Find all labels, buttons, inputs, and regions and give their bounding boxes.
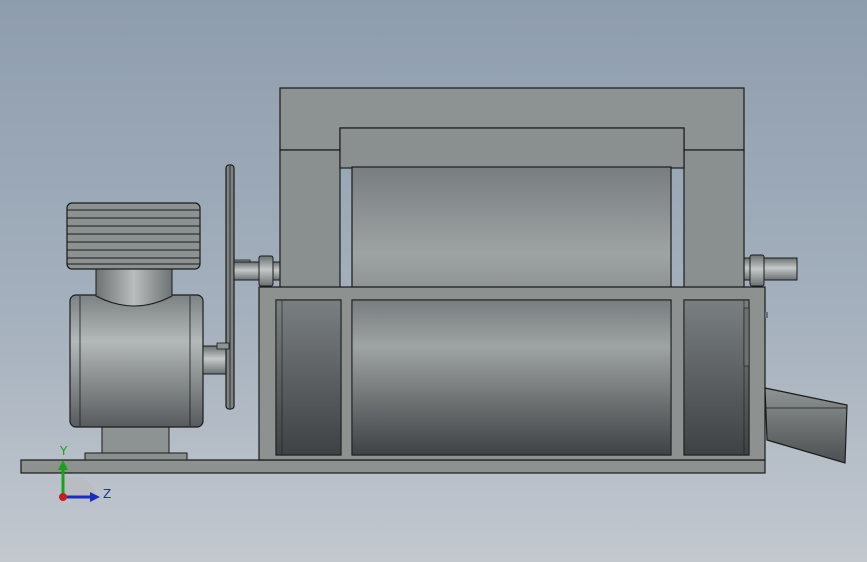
triad-y-label: Y — [59, 444, 68, 458]
base-plate — [20, 459, 766, 474]
right-shaft — [743, 254, 798, 287]
drawing-canvas: Y Z — [20, 87, 848, 502]
triad-z-label: Z — [103, 487, 111, 501]
finned-head — [66, 202, 201, 270]
motor — [69, 267, 230, 461]
support-frame — [258, 286, 768, 461]
discharge-chute — [764, 387, 848, 464]
cad-viewport[interactable]: Y Z — [0, 0, 867, 562]
origin-icon — [59, 493, 67, 501]
